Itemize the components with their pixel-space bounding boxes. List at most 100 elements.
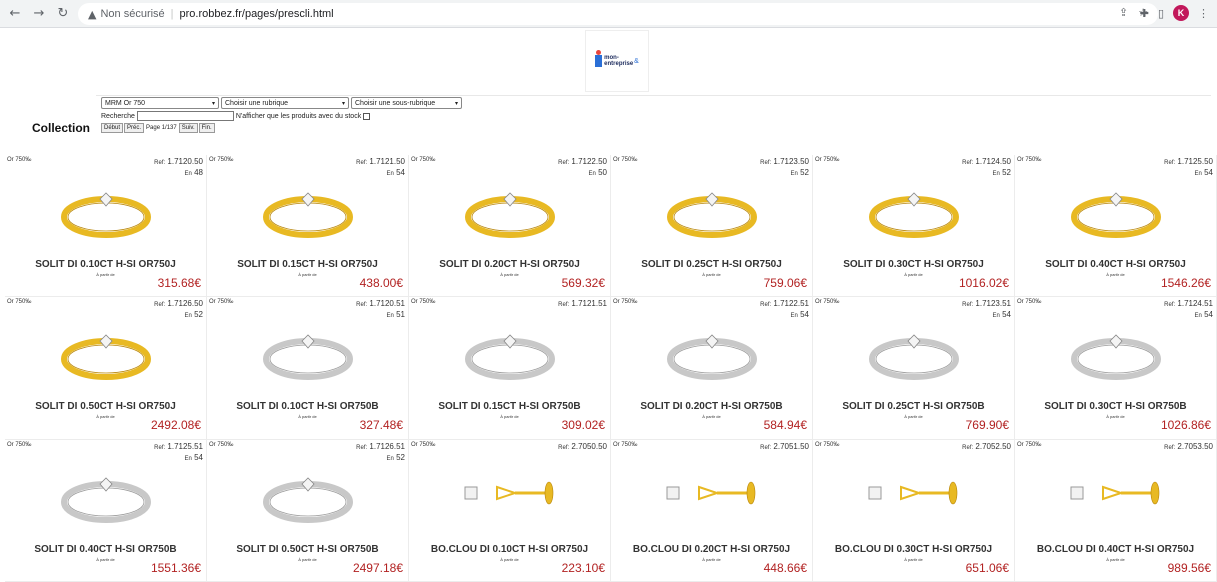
product-price: 327.48€ (359, 418, 403, 433)
ring-image[interactable] (1061, 317, 1171, 387)
ref-value: 1.7124.50 (975, 157, 1011, 166)
ref-prefix: Ref: (558, 160, 570, 166)
warning-icon[interactable]: ▲ (88, 8, 96, 21)
product-metal: Or 750‰ (1017, 299, 1042, 306)
product-card[interactable]: Or 750‰ Ref: 1.7126.51 En 52 SOLIT DI 0.50C… (207, 439, 409, 582)
product-card[interactable]: Or 750‰ Ref: 1.7120.51 En 51 SOLIT DI 0.10C… (207, 297, 409, 440)
product-card[interactable]: Or 750‰ Ref: 1.7126.50 En 52 SOLIT DI 0.50C… (5, 297, 207, 440)
earring-image[interactable] (657, 460, 767, 530)
ref-prefix: Ref: (760, 302, 772, 309)
product-name[interactable]: SOLIT DI 0.10CT H-SI OR750B (207, 401, 408, 412)
product-name[interactable]: BO.CLOU DI 0.20CT H-SI OR750J (611, 544, 812, 555)
earring-image[interactable] (1061, 460, 1171, 530)
product-card[interactable]: Or 750‰ Ref: 2.7050.50 BO.CLOU DI 0.10CT H… (409, 439, 611, 582)
ring-image[interactable] (253, 175, 363, 245)
ring-image[interactable] (859, 317, 969, 387)
product-ref: Ref: 1.7121.51 (558, 299, 607, 310)
ref-value: 2.7050.50 (571, 441, 607, 451)
product-name[interactable]: BO.CLOU DI 0.30CT H-SI OR750J (813, 544, 1014, 555)
product-name[interactable]: SOLIT DI 0.20CT H-SI OR750B (611, 401, 812, 412)
product-name[interactable]: SOLIT DI 0.25CT H-SI OR750B (813, 401, 1014, 412)
product-name[interactable]: SOLIT DI 0.20CT H-SI OR750J (409, 259, 610, 270)
ring-image[interactable] (859, 175, 969, 245)
ref-value: 1.7126.51 (369, 441, 405, 451)
select-row: MRM Or 750 ▾ Choisir une rubrique ▾ Choi… (101, 97, 473, 109)
product-ref: Ref: 1.7120.50 En 48 (154, 157, 203, 179)
product-metal: Or 750‰ (613, 157, 638, 163)
product-card[interactable]: Or 750‰ Ref: 1.7123.51 En 54 SOLIT DI 0.25C… (813, 297, 1015, 440)
product-price: 584.94€ (763, 418, 807, 433)
next-page-button[interactable]: Suiv. (178, 123, 198, 133)
product-name[interactable]: SOLIT DI 0.10CT H-SI OR750J (5, 259, 206, 270)
forward-icon[interactable]: → (30, 5, 48, 23)
product-card[interactable]: Or 750‰ Ref: 1.7121.51 SOLIT DI 0.15CT H-S… (409, 297, 611, 440)
product-name[interactable]: SOLIT DI 0.50CT H-SI OR750J (5, 401, 206, 412)
product-name[interactable]: SOLIT DI 0.25CT H-SI OR750J (611, 259, 812, 270)
product-card[interactable]: Or 750‰ Ref: 1.7125.50 En 54 SOLIT DI 0.40C… (1015, 155, 1217, 298)
product-card[interactable]: Or 750‰ Ref: 1.7124.50 En 52 SOLIT DI 0.30C… (813, 155, 1015, 298)
product-name[interactable]: SOLIT DI 0.30CT H-SI OR750B (1015, 401, 1216, 412)
pagination: Début Préc. Page 1/137 Suiv. Fin. (101, 123, 473, 133)
ref-value: 1.7122.50 (571, 157, 607, 166)
product-size: En 54 (962, 310, 1011, 321)
product-card[interactable]: Or 750‰ Ref: 1.7123.50 En 52 SOLIT DI 0.25C… (611, 155, 813, 298)
prev-page-button[interactable]: Préc. (124, 123, 145, 133)
size-value: 54 (396, 168, 405, 177)
product-card[interactable]: Or 750‰ Ref: 1.7122.50 En 50 SOLIT DI 0.20C… (409, 155, 611, 298)
product-card[interactable]: Or 750‰ Ref: 1.7122.51 En 54 SOLIT DI 0.20C… (611, 297, 813, 440)
product-card[interactable]: Or 750‰ Ref: 1.7120.50 En 48 SOLIT DI 0.10C… (5, 155, 207, 298)
ring-image[interactable] (51, 317, 161, 387)
size-value: 52 (396, 452, 405, 462)
product-card[interactable]: Or 750‰ Ref: 1.7121.50 En 54 SOLIT DI 0.15C… (207, 155, 409, 298)
earring-image[interactable] (455, 460, 565, 530)
product-name[interactable]: SOLIT DI 0.40CT H-SI OR750B (5, 544, 206, 555)
product-metal: Or 750‰ (7, 157, 32, 163)
earring-image[interactable] (859, 460, 969, 530)
sous-rubrique-select[interactable]: Choisir une sous-rubrique ▾ (351, 97, 462, 109)
address-bar[interactable]: ▲ Non sécurisé | pro.robbez.fr/pages/pre… (78, 3, 1158, 25)
metal-select[interactable]: MRM Or 750 ▾ (101, 97, 219, 109)
ring-image[interactable] (455, 175, 565, 245)
ring-image[interactable] (253, 460, 363, 530)
product-card[interactable]: Or 750‰ Ref: 1.7125.51 En 54 SOLIT DI 0.40C… (5, 439, 207, 582)
product-ref: Ref: 2.7051.50 (760, 442, 809, 453)
size-prefix: En (386, 455, 394, 462)
product-price: 438.00€ (359, 276, 403, 290)
last-page-button[interactable]: Fin. (198, 123, 215, 133)
ring-image[interactable] (455, 317, 565, 387)
ref-prefix: Ref: (1164, 444, 1176, 451)
ring-image[interactable] (253, 317, 363, 387)
rubrique-select[interactable]: Choisir une rubrique ▾ (221, 97, 349, 109)
product-card[interactable]: Or 750‰ Ref: 1.7124.51 En 54 SOLIT DI 0.30C… (1015, 297, 1217, 440)
profile-avatar[interactable]: K (1173, 5, 1189, 21)
product-card[interactable]: Or 750‰ Ref: 2.7052.50 BO.CLOU DI 0.30CT H… (813, 439, 1015, 582)
menu-icon[interactable]: ⋮ (1198, 7, 1209, 20)
product-name[interactable]: SOLIT DI 0.15CT H-SI OR750B (409, 401, 610, 412)
product-card[interactable]: Or 750‰ Ref: 2.7053.50 BO.CLOU DI 0.40CT H… (1015, 439, 1217, 582)
product-card[interactable]: Or 750‰ Ref: 2.7051.50 BO.CLOU DI 0.20CT H… (611, 439, 813, 582)
ring-image[interactable] (657, 175, 767, 245)
stock-only-checkbox[interactable] (363, 112, 371, 120)
search-input[interactable] (136, 111, 234, 121)
side-panel-icon[interactable]: ▯ (1158, 7, 1164, 20)
product-name[interactable]: BO.CLOU DI 0.40CT H-SI OR750J (1015, 544, 1216, 555)
ref-value: 2.7053.50 (1177, 441, 1213, 451)
ring-image[interactable] (51, 460, 161, 530)
product-name[interactable]: SOLIT DI 0.40CT H-SI OR750J (1015, 259, 1216, 270)
ref-prefix: Ref: (154, 444, 166, 451)
product-metal: Or 750‰ (7, 299, 32, 306)
page-title: Collection (32, 121, 91, 135)
ring-image[interactable] (1061, 175, 1171, 245)
first-page-button[interactable]: Début (101, 123, 124, 133)
product-name[interactable]: SOLIT DI 0.50CT H-SI OR750B (207, 544, 408, 555)
product-name[interactable]: SOLIT DI 0.15CT H-SI OR750J (207, 259, 408, 270)
extension-icon[interactable]: ✚ (1140, 7, 1149, 20)
reload-icon[interactable]: ↻ (54, 5, 72, 23)
ring-image[interactable] (657, 317, 767, 387)
product-name[interactable]: SOLIT DI 0.30CT H-SI OR750J (813, 259, 1014, 270)
product-name[interactable]: BO.CLOU DI 0.10CT H-SI OR750J (409, 544, 610, 555)
back-icon[interactable]: ← (6, 5, 24, 23)
ring-image[interactable] (51, 175, 161, 245)
share-icon[interactable]: ⇪ (1119, 6, 1128, 19)
size-prefix: En (992, 171, 1000, 177)
